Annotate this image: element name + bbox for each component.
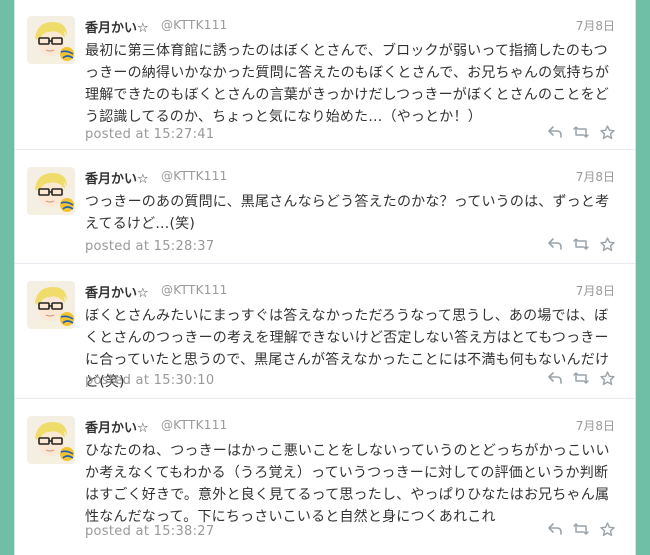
tweet-item: 香月かい☆ @KTTK111 7月8日 ぼくとさんみたいにまっすぐは答えなかった… <box>15 265 635 399</box>
posted-at[interactable]: posted at 15:27:41 <box>85 127 214 142</box>
tweet-actions <box>547 370 615 386</box>
tweet-item: 香月かい☆ @KTTK111 7月8日 つっきーのあの質問に、黒尾さんならどう答… <box>15 151 635 264</box>
avatar[interactable] <box>27 281 75 329</box>
star-icon[interactable] <box>599 521 615 537</box>
star-icon[interactable] <box>599 236 615 252</box>
retweet-icon[interactable] <box>573 370 589 386</box>
retweet-icon[interactable] <box>573 236 589 252</box>
display-name[interactable]: 香月かい☆ <box>85 168 149 187</box>
avatar[interactable] <box>27 167 75 215</box>
reply-icon[interactable] <box>547 370 563 386</box>
tweet-date[interactable]: 7月8日 <box>576 417 615 434</box>
tweet-date[interactable]: 7月8日 <box>576 17 615 34</box>
tweet-date[interactable]: 7月8日 <box>576 282 615 299</box>
timeline: 香月かい☆ @KTTK111 7月8日 最初に第三体育館に誘ったのはぼくとさんで… <box>14 0 636 555</box>
display-name[interactable]: 香月かい☆ <box>85 17 149 36</box>
display-name[interactable]: 香月かい☆ <box>85 282 149 301</box>
tweet-item: 香月かい☆ @KTTK111 7月8日 最初に第三体育館に誘ったのはぼくとさんで… <box>15 0 635 150</box>
tweet-actions <box>547 236 615 252</box>
avatar[interactable] <box>27 16 75 64</box>
retweet-icon[interactable] <box>573 521 589 537</box>
tweet-actions <box>547 521 615 537</box>
tweet-text: ひなたのね、つっきーはかっこ悪いことをしないっていうのとどっちがかっこいいか考え… <box>85 443 610 525</box>
posted-at[interactable]: posted at 15:28:37 <box>85 239 214 254</box>
posted-at[interactable]: posted at 15:30:10 <box>85 373 214 388</box>
reply-icon[interactable] <box>547 124 563 140</box>
screen-name[interactable]: @KTTK111 <box>161 169 228 183</box>
posted-at[interactable]: posted at 15:38:27 <box>85 524 214 539</box>
reply-icon[interactable] <box>547 521 563 537</box>
screen-name[interactable]: @KTTK111 <box>161 283 228 297</box>
tweet-text: つっきーのあの質問に、黒尾さんならどう答えたのかな？っていうのは、ずっと考えてる… <box>85 194 610 232</box>
display-name[interactable]: 香月かい☆ <box>85 417 149 436</box>
tweet-actions <box>547 124 615 140</box>
screen-name[interactable]: @KTTK111 <box>161 418 228 432</box>
avatar[interactable] <box>27 416 75 464</box>
tweet-date[interactable]: 7月8日 <box>576 168 615 185</box>
star-icon[interactable] <box>599 370 615 386</box>
screen-name[interactable]: @KTTK111 <box>161 18 228 32</box>
tweet-text: 最初に第三体育館に誘ったのはぼくとさんで、ブロックが弱いって指摘したのもつっきー… <box>85 43 610 125</box>
retweet-icon[interactable] <box>573 124 589 140</box>
reply-icon[interactable] <box>547 236 563 252</box>
star-icon[interactable] <box>599 124 615 140</box>
tweet-item: 香月かい☆ @KTTK111 7月8日 ひなたのね、つっきーはかっこ悪いことをし… <box>15 400 635 555</box>
